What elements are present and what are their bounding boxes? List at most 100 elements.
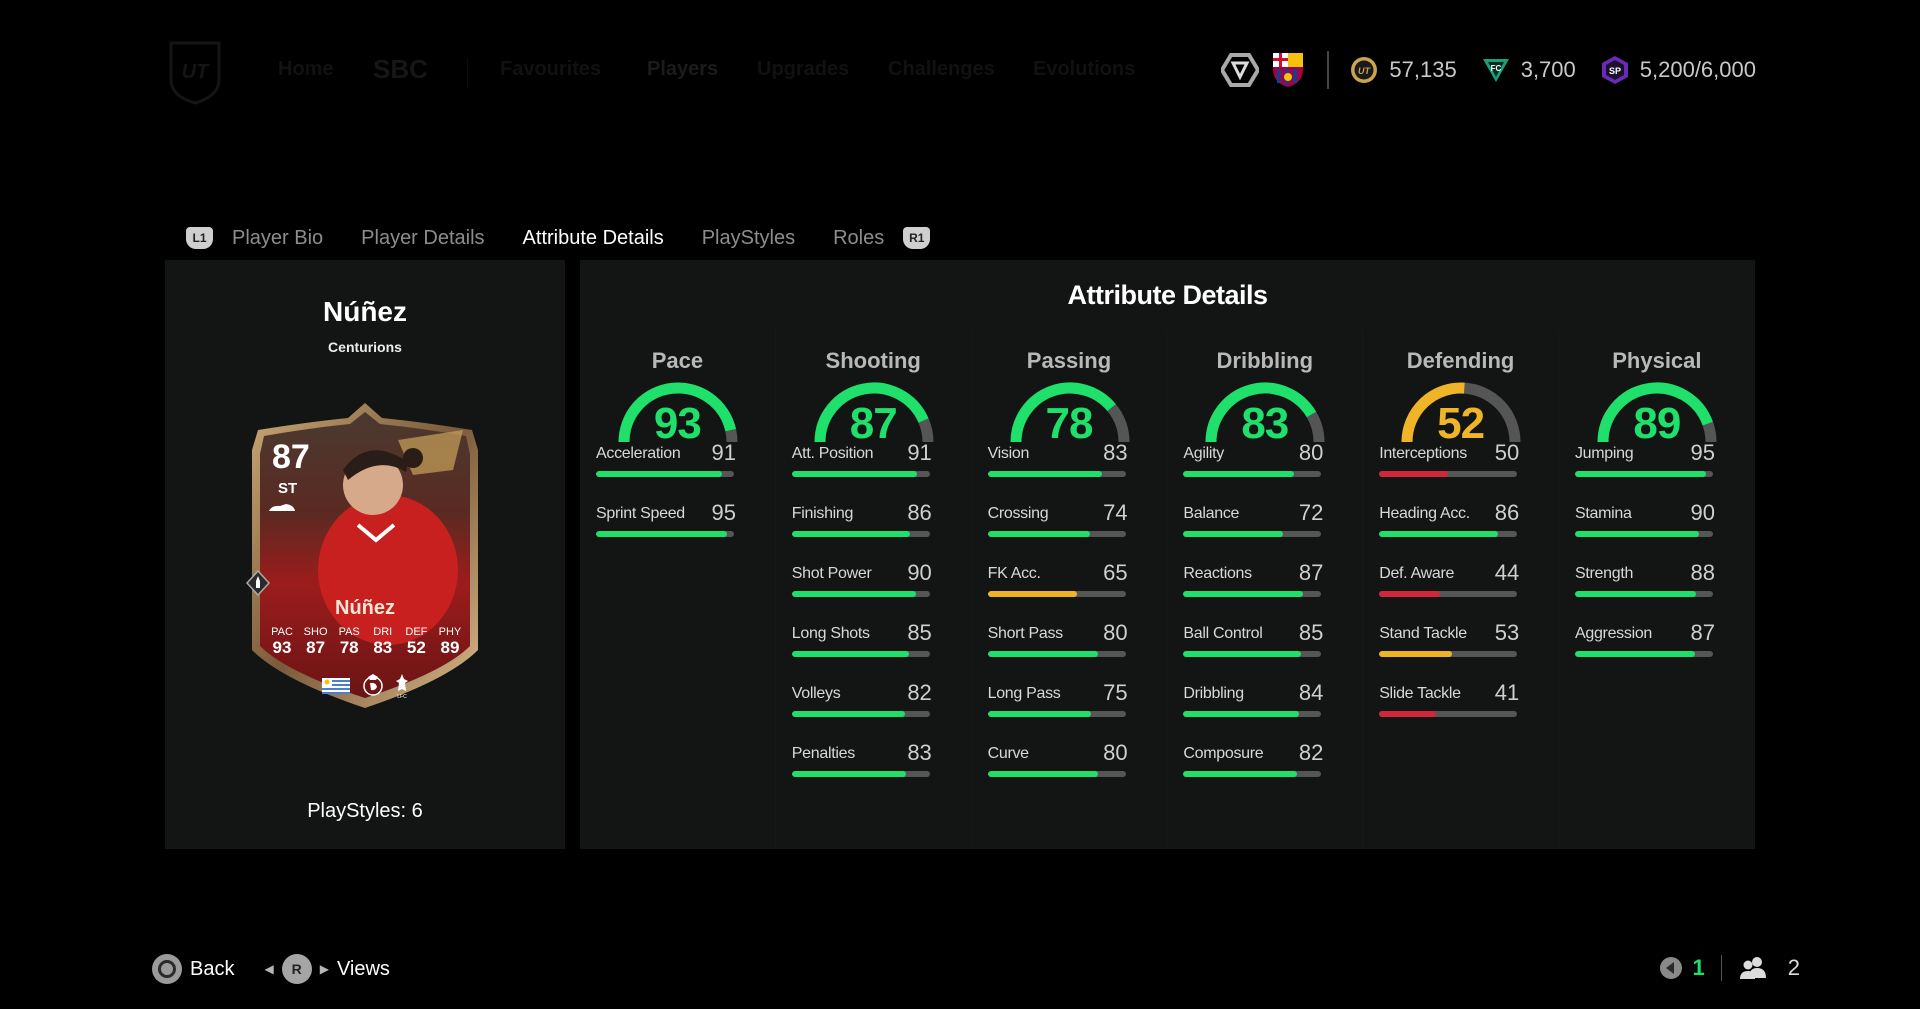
attribute-details-panel: Attribute Details Pace 93 Acceleration 91 Sp… (580, 260, 1755, 849)
playstyles-count: PlayStyles: 6 (307, 800, 423, 822)
fc-points-icon: FC (1481, 55, 1511, 85)
status-divider (1720, 955, 1722, 981)
attribute-value: 87 (1298, 560, 1324, 585)
attribute-value: 84 (1298, 680, 1324, 705)
card-stat-label: DRI (373, 626, 393, 638)
attribute-row: Reactions 87 (1183, 560, 1323, 620)
r-stick-button-icon[interactable]: R (281, 954, 312, 984)
attribute-bar-fill (791, 711, 905, 717)
svg-text:FC: FC (1490, 64, 1501, 73)
attribute-row: Att. Position 91 (791, 440, 932, 500)
attribute-bar-fill (1183, 651, 1301, 657)
attribute-bar-fill (987, 591, 1078, 597)
attribute-name: Finishing (791, 505, 854, 522)
card-stat-label: DEF (405, 626, 428, 638)
nav-players[interactable]: Players (647, 58, 718, 81)
tab-player-bio[interactable]: Player Bio (232, 227, 323, 250)
card-stat-label: PAC (271, 626, 293, 638)
category-defending: Defending 52 Interceptions 50 Heading Acc. 86… (1363, 330, 1559, 849)
tab-playstyles[interactable]: PlayStyles (702, 227, 795, 250)
circle-button-icon[interactable] (152, 954, 182, 984)
attribute-bar-fill (596, 531, 728, 537)
attribute-bar-fill (1574, 651, 1696, 657)
attribute-row: Interceptions 50 (1379, 440, 1519, 500)
attribute-row: Stamina 90 (1574, 500, 1715, 560)
back-label[interactable]: Back (190, 958, 234, 981)
l1-button-icon[interactable]: L1 (186, 227, 213, 249)
views-label[interactable]: Views (337, 958, 390, 981)
nav-upgrades[interactable]: Upgrades (757, 58, 849, 81)
player-card[interactable]: 87 ST Núñez PAC 93 SHO 87 PAS 78 DRI 83 … (246, 400, 482, 712)
card-position: ST (278, 480, 298, 497)
attribute-row: Short Pass 80 (987, 620, 1128, 680)
attribute-value: 80 (1103, 740, 1128, 765)
attribute-value: 91 (907, 440, 932, 465)
attribute-bar (791, 531, 930, 537)
card-stat-value: 93 (272, 638, 292, 657)
card-stats: PAC 93 SHO 87 PAS 78 DRI 83 DEF 52 PHY 8… (266, 626, 466, 658)
attribute-bar-fill (1183, 771, 1297, 777)
card-stat: DRI 83 (367, 626, 399, 658)
svg-text:LFC: LFC (397, 694, 407, 699)
attribute-name: Balance (1183, 505, 1240, 522)
division-badge-icon (1221, 51, 1260, 89)
attribute-bar (1183, 471, 1322, 477)
attribute-bar-fill (791, 471, 918, 477)
attribute-value: 91 (711, 440, 736, 465)
attribute-value: 87 (1690, 620, 1715, 645)
attribute-bar (596, 471, 734, 477)
nav-favourites[interactable]: Favourites (500, 58, 601, 81)
attribute-name: Strength (1574, 565, 1634, 582)
category-name: Physical (1612, 348, 1702, 373)
attribute-row: Dribbling 84 (1183, 680, 1323, 740)
attribute-value: 72 (1298, 500, 1324, 525)
tab-roles[interactable]: Roles (833, 227, 884, 250)
left-arrow-icon: ◀ (264, 962, 274, 976)
attribute-bar (1379, 471, 1518, 477)
attribute-name: Long Shots (791, 625, 870, 642)
nav-sbc[interactable]: SBC (373, 54, 428, 85)
attribute-bar-fill (1574, 531, 1700, 537)
attribute-name: Heading Acc. (1379, 505, 1470, 522)
attribute-bar (1183, 531, 1322, 537)
attribute-name: FK Acc. (987, 565, 1041, 582)
attribute-value: 82 (907, 680, 932, 705)
card-stat-label: PHY (438, 626, 462, 638)
svg-text:UT: UT (182, 61, 210, 83)
attribute-bar (791, 471, 930, 477)
attribute-name: Reactions (1183, 565, 1252, 582)
svg-text:SP: SP (1609, 66, 1621, 76)
attribute-bar (1183, 651, 1322, 657)
nav-challenges[interactable]: Challenges (888, 58, 995, 81)
attribute-row: Stand Tackle 53 (1379, 620, 1519, 680)
attribute-name: Volleys (791, 685, 841, 702)
attribute-bar-fill (987, 531, 1090, 537)
tab-attribute-details[interactable]: Attribute Details (523, 227, 664, 250)
attribute-bar-fill (1574, 591, 1697, 597)
category-physical: Physical 89 Jumping 95 Stamina 90 Strength 88 Ag… (1559, 330, 1755, 849)
attribute-bar (1183, 591, 1322, 597)
nav-home[interactable]: Home (278, 58, 334, 81)
attribute-bar (987, 591, 1126, 597)
attribute-bar-fill (791, 531, 911, 537)
attribute-row: Aggression 87 (1574, 620, 1715, 680)
top-navigation: UT Home SBC Favourites Players Upgrades … (0, 0, 1920, 130)
category-name: Defending (1406, 348, 1515, 373)
nav-evolutions[interactable]: Evolutions (1033, 58, 1135, 81)
attribute-row: Long Pass 75 (987, 680, 1128, 740)
attribute-value: 80 (1298, 440, 1324, 465)
attribute-name: Sprint Speed (596, 505, 685, 522)
card-stat-label: SHO (303, 626, 328, 638)
attribute-name: Vision (987, 445, 1030, 462)
attribute-value: 95 (1690, 440, 1715, 465)
attribute-list: Jumping 95 Stamina 90 Strength 88 Aggression 87 (1574, 440, 1715, 680)
attribute-bar (791, 711, 930, 717)
attribute-name: Ball Control (1183, 625, 1263, 642)
attribute-bar-fill (791, 591, 916, 597)
r1-button-icon[interactable]: R1 (903, 227, 931, 249)
league-logo-icon (363, 674, 383, 696)
tab-player-details[interactable]: Player Details (361, 227, 484, 250)
attribute-bar (1379, 591, 1518, 597)
attribute-bar (1574, 471, 1713, 477)
attribute-value: 65 (1103, 560, 1128, 585)
